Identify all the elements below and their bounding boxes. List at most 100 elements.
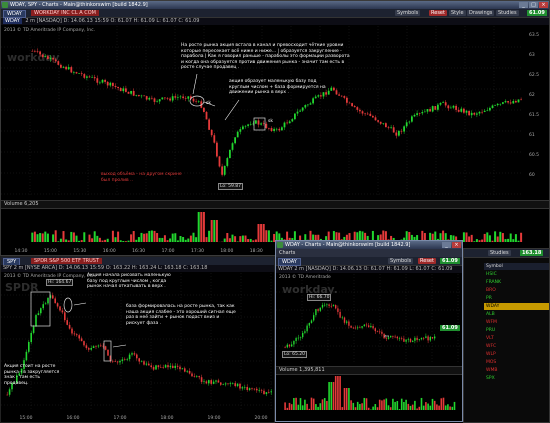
mini-symbols-button[interactable]: Symbols bbox=[388, 258, 414, 264]
watchlist-studies-button[interactable]: Studies bbox=[488, 250, 511, 256]
close-icon[interactable]: × bbox=[539, 2, 548, 8]
style-button[interactable]: Style bbox=[449, 10, 466, 16]
candle bbox=[197, 101, 200, 102]
volume-bar bbox=[267, 230, 270, 242]
candle bbox=[314, 96, 317, 99]
candle bbox=[8, 389, 11, 395]
symbols-button[interactable]: Symbols bbox=[395, 10, 421, 16]
candle bbox=[411, 116, 413, 122]
mini-minimize-icon[interactable]: _ bbox=[442, 242, 451, 248]
candle bbox=[424, 111, 426, 113]
candle bbox=[341, 317, 343, 319]
candle bbox=[157, 365, 160, 368]
volume-bar bbox=[304, 399, 306, 410]
candle bbox=[109, 82, 112, 86]
symbol-selector[interactable]: WDAY bbox=[3, 10, 26, 18]
candle bbox=[447, 105, 450, 109]
candle bbox=[182, 96, 184, 99]
mini-symbol-selector[interactable]: WDAY bbox=[278, 258, 301, 266]
candle bbox=[263, 390, 265, 395]
candle bbox=[405, 339, 407, 342]
candle bbox=[116, 361, 119, 363]
candle bbox=[30, 332, 32, 343]
volume-bar bbox=[409, 405, 412, 410]
candle bbox=[119, 88, 122, 92]
candle bbox=[392, 335, 394, 337]
candle bbox=[86, 76, 88, 78]
maximize-icon[interactable]: □ bbox=[529, 2, 538, 8]
candle bbox=[184, 368, 186, 372]
candle bbox=[255, 120, 257, 124]
watchlist-item[interactable]: MOS bbox=[484, 359, 549, 366]
watchlist-item[interactable]: BRO bbox=[484, 287, 549, 294]
volume-bar bbox=[348, 388, 350, 410]
candle bbox=[152, 367, 155, 370]
window-controls: _ □ × bbox=[519, 2, 548, 8]
candle bbox=[407, 338, 409, 340]
candle bbox=[208, 380, 210, 384]
mini-title-bar[interactable]: WDAY - Charts - Main@thinkorswim [build … bbox=[276, 241, 462, 249]
mini-window-controls: _ × bbox=[442, 242, 461, 248]
drawings-button[interactable]: Drawings bbox=[467, 10, 495, 16]
watchlist-item[interactable]: PRU bbox=[484, 327, 549, 334]
candle bbox=[423, 337, 425, 339]
candle bbox=[368, 325, 370, 328]
studies-button[interactable]: Studies bbox=[496, 10, 519, 16]
candle bbox=[291, 119, 294, 122]
watchlist-item[interactable]: WLP bbox=[484, 351, 549, 358]
candle bbox=[49, 57, 52, 60]
watchlist-item[interactable]: ALB bbox=[484, 311, 549, 318]
mini-high-marker: Hi: 66.70 bbox=[307, 294, 332, 301]
title-bar[interactable]: WDAY, SPY - Charts - Main@thinkorswim [b… bbox=[1, 1, 549, 9]
candle bbox=[343, 96, 346, 98]
top-volume-chart bbox=[31, 212, 523, 242]
candle bbox=[106, 81, 109, 86]
volume-bar bbox=[166, 240, 169, 242]
watchlist-item[interactable]: WMB bbox=[484, 367, 549, 374]
candle bbox=[150, 365, 152, 368]
candle bbox=[217, 380, 220, 383]
candle bbox=[283, 122, 286, 128]
candle bbox=[332, 305, 335, 307]
candle bbox=[92, 346, 95, 349]
annotation-channel: На росте рынка акция встала в канал и пр… bbox=[181, 43, 350, 70]
time-tick-label: 19:00 bbox=[208, 415, 221, 421]
candle bbox=[100, 345, 102, 347]
spy-price-chart[interactable] bbox=[1, 273, 275, 413]
watchlist-price-badge: 163.18 bbox=[520, 250, 544, 256]
candle bbox=[220, 382, 222, 385]
candle bbox=[181, 368, 184, 370]
mini-close-icon[interactable]: × bbox=[452, 242, 461, 248]
minimize-icon[interactable]: _ bbox=[519, 2, 528, 8]
candle bbox=[507, 101, 509, 103]
mini-charts-tab[interactable]: Charts bbox=[279, 249, 295, 257]
watchlist-item[interactable]: HSIC bbox=[484, 271, 549, 278]
watchlist-item[interactable]: WFC bbox=[484, 343, 549, 350]
candle bbox=[85, 345, 88, 349]
candle bbox=[223, 165, 226, 175]
candle bbox=[270, 391, 272, 393]
reset-button[interactable]: Reset bbox=[429, 10, 447, 16]
candle bbox=[414, 337, 416, 341]
watchlist-item[interactable]: WDAY bbox=[484, 303, 549, 310]
candle bbox=[216, 142, 218, 157]
volume-bar bbox=[265, 230, 268, 242]
volume-bar bbox=[414, 400, 416, 410]
candle bbox=[32, 326, 35, 333]
candle bbox=[489, 107, 491, 111]
candle bbox=[203, 107, 205, 112]
watchlist-item[interactable]: SPX bbox=[484, 375, 549, 382]
mini-reset-button[interactable]: Reset bbox=[418, 258, 436, 264]
candle bbox=[412, 340, 414, 342]
candle bbox=[369, 113, 372, 116]
volume-bar bbox=[496, 236, 499, 242]
candle bbox=[75, 72, 78, 74]
watchlist-item[interactable]: VLT bbox=[484, 335, 549, 342]
candle bbox=[333, 87, 335, 91]
volume-bar bbox=[33, 231, 36, 242]
watchlist-item[interactable]: PR bbox=[484, 295, 549, 302]
candle bbox=[517, 99, 520, 103]
watchlist-item[interactable]: WFM bbox=[484, 319, 549, 326]
volume-bar bbox=[343, 388, 346, 410]
watchlist-item[interactable]: FRANK bbox=[484, 279, 549, 286]
